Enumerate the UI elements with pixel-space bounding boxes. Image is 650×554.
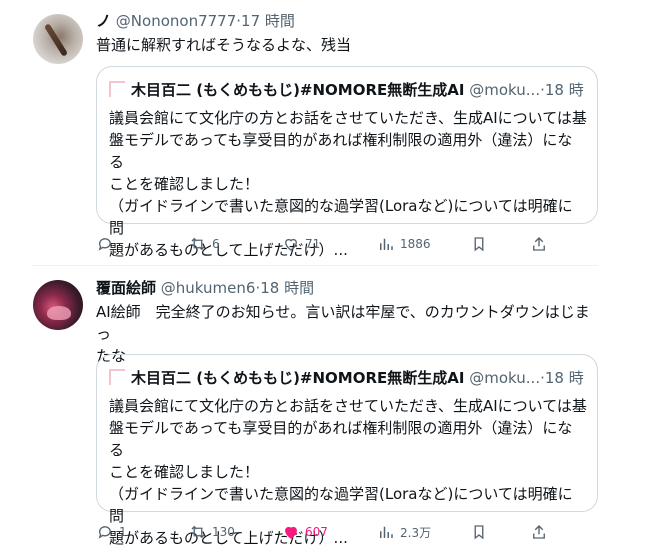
- like-count: 71: [305, 237, 321, 251]
- reply-icon: [98, 526, 111, 539]
- views-count: 1886: [400, 237, 431, 251]
- views-icon: [380, 526, 393, 538]
- tweet-header: 覆面絵師 @hukumen6·18 時間: [96, 277, 314, 298]
- quote-line: 議員会館にて文化庁の方とお話をさせていただき、生成AIについては基: [109, 397, 587, 415]
- display-name[interactable]: ノ: [96, 12, 111, 30]
- quote-display-name: 木目百二 (もくめももじ)#NOMORE無断生成AI: [131, 81, 465, 99]
- quote-handle: @moku...: [469, 81, 541, 99]
- bookmark-button[interactable]: [470, 234, 493, 254]
- share-button[interactable]: [530, 234, 553, 254]
- share-button[interactable]: [530, 522, 553, 542]
- quote-line: （ガイドラインで書いた意図的な過学習(Loraなど)については明確に問: [109, 197, 573, 237]
- quote-line: 盤モデルであっても享受目的があれば権利制限の適用外（違法）になる: [109, 419, 573, 459]
- action-bar: 6 71 1886: [96, 234, 556, 254]
- bookmark-button[interactable]: [470, 522, 493, 542]
- avatar[interactable]: [33, 280, 83, 330]
- quote-line: （ガイドラインで書いた意図的な過学習(Loraなど)については明確に問: [109, 485, 573, 525]
- quote-line: 盤モデルであっても享受目的があれば権利制限の適用外（違法）になる: [109, 131, 573, 171]
- repost-button[interactable]: 130: [189, 522, 235, 542]
- views-count: 2.3万: [400, 525, 432, 540]
- like-button[interactable]: 607: [282, 522, 328, 542]
- quote-timestamp: 18 時間: [544, 81, 585, 99]
- like-icon: [285, 238, 297, 251]
- tweet-2[interactable]: 覆面絵師 @hukumen6·18 時間 AI絵師 完全終了のお知らせ。言い訳は…: [0, 266, 650, 554]
- bookmark-icon: [474, 237, 484, 252]
- display-name[interactable]: 覆面絵師: [96, 279, 156, 297]
- bookmark-icon: [474, 525, 484, 540]
- quote-display-name: 木目百二 (もくめももじ)#NOMORE無断生成AI: [131, 369, 465, 387]
- handle[interactable]: @Nononon7777: [116, 12, 236, 30]
- action-bar: 1 130 607 2.3万: [96, 522, 556, 542]
- quote-handle: @moku...: [469, 369, 541, 387]
- repost-icon: [191, 237, 205, 251]
- repost-count: 130: [212, 525, 235, 539]
- views-button[interactable]: 1886: [377, 234, 431, 254]
- reply-icon: [98, 238, 111, 251]
- quote-line: ことを確認しました！: [109, 463, 260, 481]
- repost-icon: [191, 525, 205, 539]
- reply-count: 1: [119, 525, 127, 539]
- tweet-header: ノ @Nononon7777·17 時間: [96, 10, 295, 31]
- quote-line: ことを確認しました！: [109, 175, 260, 193]
- reply-button[interactable]: [96, 234, 119, 254]
- share-icon: [533, 525, 545, 539]
- tweet-text: 普通に解釈すればそうなるよな、残当: [96, 36, 352, 54]
- views-icon: [380, 238, 393, 250]
- avatar[interactable]: [33, 14, 83, 64]
- reply-button[interactable]: 1: [96, 522, 127, 542]
- quote-avatar: [109, 369, 125, 385]
- repost-count: 6: [212, 237, 220, 251]
- handle[interactable]: @hukumen6: [161, 279, 256, 297]
- share-icon: [533, 237, 545, 251]
- timestamp[interactable]: 18 時間: [260, 279, 314, 297]
- quote-line: 議員会館にて文化庁の方とお話をさせていただき、生成AIについては基: [109, 109, 587, 127]
- tweet-1[interactable]: ノ @Nononon7777·17 時間 普通に解釈すればそうなるよな、残当 木…: [0, 0, 650, 262]
- quote-header: 木目百二 (もくめももじ)#NOMORE無断生成AI @moku...·18 時…: [109, 79, 585, 100]
- like-button[interactable]: 71: [282, 234, 320, 254]
- quote-header: 木目百二 (もくめももじ)#NOMORE無断生成AI @moku...·18 時…: [109, 367, 585, 388]
- timestamp[interactable]: 17 時間: [241, 12, 295, 30]
- like-icon: [285, 526, 297, 539]
- tweet-text-line: AI絵師 完全終了のお知らせ。言い訳は牢屋で、のカウントダウンはじまっ: [96, 303, 590, 343]
- quoted-tweet[interactable]: 木目百二 (もくめももじ)#NOMORE無断生成AI @moku...·18 時…: [96, 354, 598, 547]
- quote-avatar: [109, 81, 125, 97]
- quote-timestamp: 18 時間: [544, 369, 585, 387]
- views-button[interactable]: 2.3万: [377, 522, 431, 542]
- like-count: 607: [305, 525, 328, 539]
- repost-button[interactable]: 6: [189, 234, 220, 254]
- quoted-tweet[interactable]: 木目百二 (もくめももじ)#NOMORE無断生成AI @moku...·18 時…: [96, 66, 598, 259]
